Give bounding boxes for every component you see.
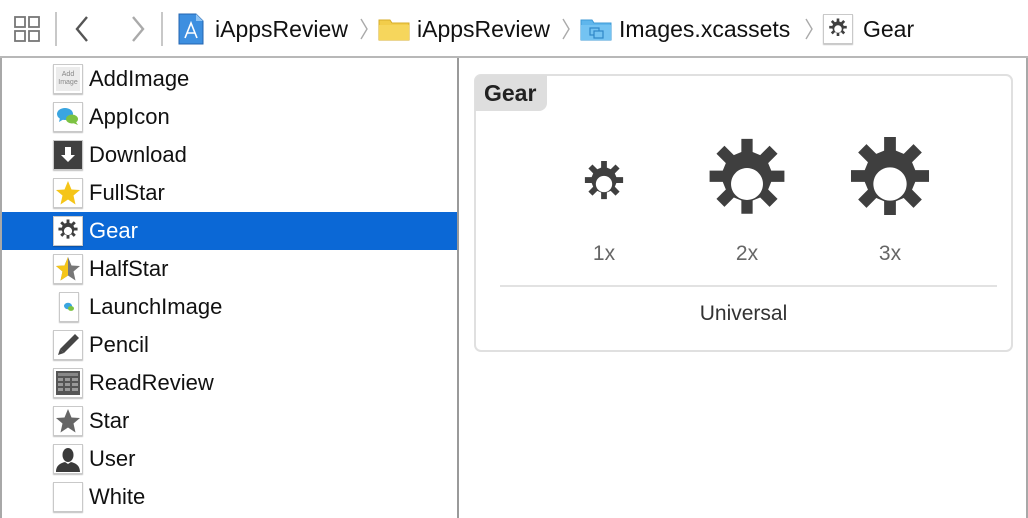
breadcrumb-asset[interactable]: Gear: [823, 0, 914, 58]
asset-list-item-label: User: [89, 446, 136, 471]
grid-related-items-icon: [14, 16, 40, 42]
star-icon: [53, 406, 83, 436]
gear-icon: [53, 216, 83, 246]
image-slot-3x[interactable]: 3x: [840, 134, 940, 266]
asset-list-item-gear[interactable]: Gear: [2, 212, 457, 250]
gear-icon: [823, 14, 853, 44]
image-slot-2x[interactable]: 2x: [697, 134, 797, 266]
gear-icon: [841, 135, 939, 233]
asset-list-item-star[interactable]: Star: [2, 402, 457, 440]
asset-list-item-readreview[interactable]: ReadReview: [2, 364, 457, 402]
asset-list-item-download[interactable]: Download: [2, 136, 457, 174]
breadcrumb-separator-icon: [562, 18, 570, 40]
jump-bar: iAppsReview iAppsReview Images.xcassets …: [0, 0, 1028, 58]
scale-label: 2x: [735, 242, 759, 265]
breadcrumb-label: iAppsReview: [215, 15, 348, 42]
chevron-right-icon: [132, 16, 145, 42]
asset-list-item-appicon[interactable]: AppIcon: [2, 98, 457, 136]
asset-list-item-white[interactable]: White: [2, 478, 457, 516]
full-star-icon: [53, 178, 83, 208]
gear-icon: [580, 160, 628, 208]
breadcrumb-label: iAppsReview: [417, 15, 550, 42]
asset-list-item-addimage[interactable]: Add Image AddImage: [2, 60, 457, 98]
read-review-icon: [53, 368, 83, 398]
related-items-button[interactable]: [12, 14, 42, 44]
asset-list-item-label: LaunchImage: [89, 294, 223, 319]
asset-list-item-pencil[interactable]: Pencil: [2, 326, 457, 364]
asset-list-item-label: Gear: [89, 218, 138, 243]
image-slot-1x[interactable]: 1x: [554, 134, 654, 266]
launch-image-thumbnail: [59, 292, 79, 322]
asset-list-item-label: FullStar: [89, 180, 165, 205]
download-icon: [53, 140, 83, 170]
add-image-thumb-text: Add Image: [56, 67, 80, 91]
asset-catalog-icon: [580, 19, 612, 41]
asset-list-item-label: AddImage: [89, 66, 190, 91]
scale-label: 1x: [592, 242, 616, 265]
image-set-name[interactable]: Gear: [475, 75, 548, 111]
breadcrumb-separator-icon: [805, 18, 813, 40]
xcode-project-icon: [178, 13, 204, 45]
asset-list: Add Image AddImage AppIcon Download Full…: [2, 60, 457, 518]
blank-white-thumbnail: [53, 482, 83, 512]
yellow-folder-icon: [378, 19, 410, 41]
back-button[interactable]: [68, 12, 96, 46]
toolbar-separator: [55, 12, 57, 46]
breadcrumb-label: Images.xcassets: [619, 15, 791, 42]
asset-list-item-label: ReadReview: [89, 370, 214, 395]
breadcrumb-group[interactable]: iAppsReview: [378, 0, 550, 58]
pencil-icon: [53, 330, 83, 360]
asset-list-item-label: AppIcon: [89, 104, 170, 129]
add-image-thumbnail: Add Image: [53, 64, 83, 94]
app-icon-thumbnail: [53, 102, 83, 132]
gear-icon: [700, 137, 794, 231]
asset-list-item-label: Star: [89, 408, 130, 433]
asset-list-item-label: Download: [89, 142, 187, 167]
half-star-icon: [53, 254, 83, 284]
asset-list-item-launchimage[interactable]: LaunchImage: [2, 288, 457, 326]
toolbar-separator: [161, 12, 163, 46]
user-icon: [53, 444, 83, 474]
breadcrumb-separator-icon: [360, 18, 368, 40]
chevron-left-icon: [75, 16, 88, 42]
asset-list-item-label: Pencil: [89, 332, 149, 357]
device-idiom-label: Universal: [699, 302, 788, 325]
asset-list-item-fullstar[interactable]: FullStar: [2, 174, 457, 212]
breadcrumb-project[interactable]: iAppsReview: [178, 0, 348, 58]
breadcrumb-label: Gear: [863, 15, 915, 42]
asset-list-item-label: White: [89, 484, 146, 509]
asset-list-item-label: HalfStar: [89, 256, 169, 281]
asset-list-item-halfstar[interactable]: HalfStar: [2, 250, 457, 288]
scale-label: 3x: [878, 242, 902, 265]
divider: [500, 285, 997, 287]
asset-detail-pane: Gear 1x 2x 3x Universal: [459, 60, 1026, 518]
forward-button[interactable]: [124, 12, 152, 46]
breadcrumb-asset-catalog[interactable]: Images.xcassets: [580, 0, 790, 58]
asset-list-item-user[interactable]: User: [2, 440, 457, 478]
image-set-card: Gear 1x 2x 3x Universal: [474, 74, 1013, 352]
